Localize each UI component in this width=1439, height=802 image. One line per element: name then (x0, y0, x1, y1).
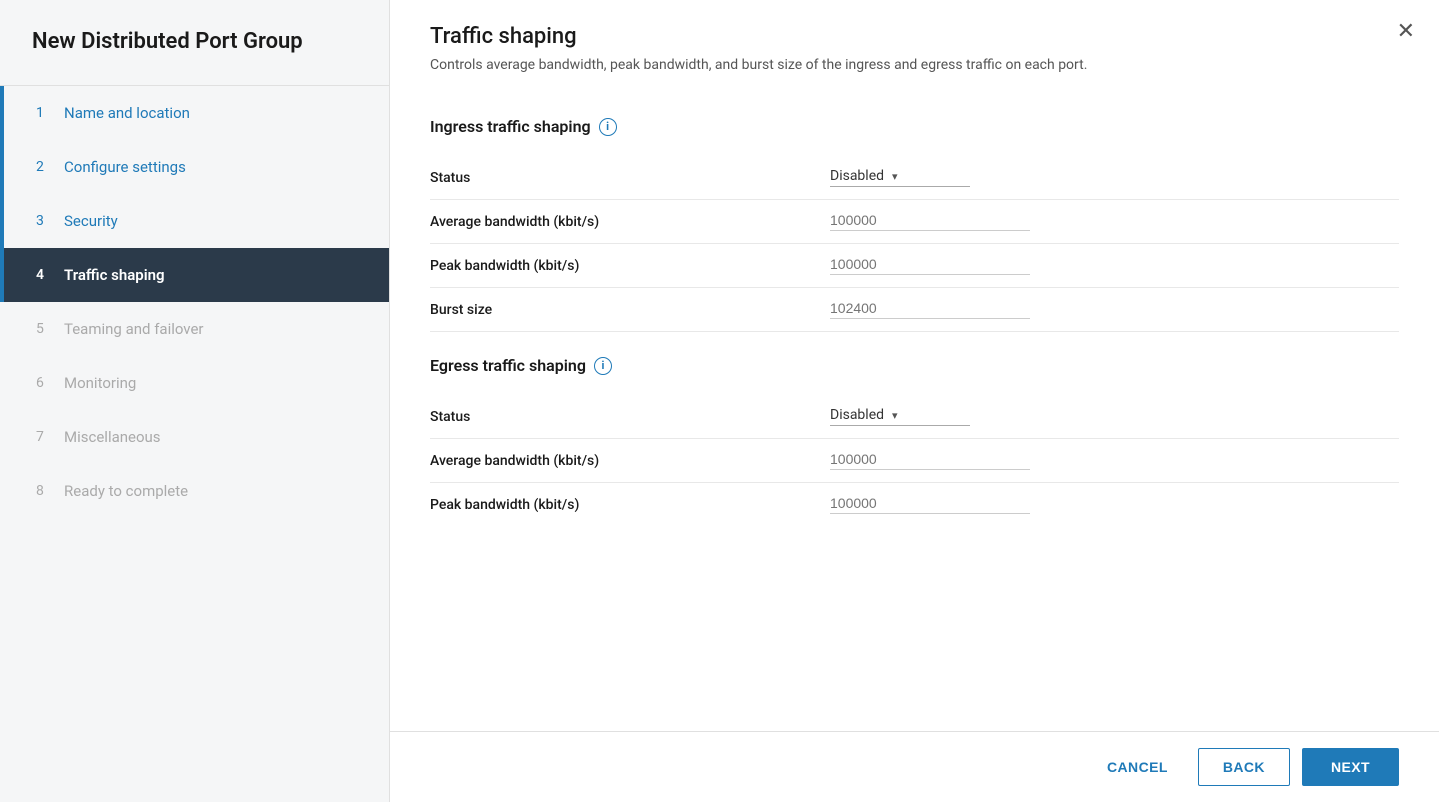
step-label-2: Configure settings (64, 158, 186, 176)
footer: CANCEL BACK NEXT (390, 731, 1439, 802)
next-button[interactable]: NEXT (1302, 748, 1399, 786)
sidebar-step-7: 7 Miscellaneous (0, 410, 389, 464)
main-panel: Traffic shaping Controls average bandwid… (390, 0, 1439, 802)
step-label-5: Teaming and failover (64, 320, 204, 338)
step-number-8: 8 (36, 483, 52, 499)
step-label-4: Traffic shaping (64, 266, 165, 284)
sidebar-step-1[interactable]: 1 Name and location (0, 86, 389, 140)
sidebar-step-6: 6 Monitoring (0, 356, 389, 410)
step-number-3: 3 (36, 213, 52, 229)
egress-status-value: Disabled (830, 407, 884, 423)
step-number-1: 1 (36, 105, 52, 121)
sidebar-step-3[interactable]: 3 Security (0, 194, 389, 248)
ingress-peak-bw-label: Peak bandwidth (kbit/s) (430, 258, 830, 274)
egress-peak-bw-label: Peak bandwidth (kbit/s) (430, 497, 830, 513)
dialog-title: New Distributed Port Group (0, 0, 389, 86)
ingress-info-icon[interactable]: i (599, 118, 617, 136)
close-button[interactable]: ✕ (1397, 20, 1415, 42)
egress-peak-bw-control (830, 495, 1399, 514)
egress-status-arrow: ▾ (892, 409, 898, 422)
sidebar-step-4[interactable]: 4 Traffic shaping (0, 248, 389, 302)
cancel-button[interactable]: CANCEL (1089, 749, 1186, 785)
ingress-status-value: Disabled (830, 168, 884, 184)
egress-info-icon[interactable]: i (594, 357, 612, 375)
ingress-peak-bw-row: Peak bandwidth (kbit/s) (430, 244, 1399, 288)
steps-list: 1 Name and location 2 Configure settings 3 Se… (0, 86, 389, 802)
main-header: Traffic shaping Controls average bandwid… (390, 0, 1439, 93)
egress-avg-bw-input[interactable] (830, 451, 1030, 470)
step-number-6: 6 (36, 375, 52, 391)
ingress-avg-bw-input[interactable] (830, 212, 1030, 231)
egress-status-label: Status (430, 409, 830, 425)
step-label-3: Security (64, 212, 118, 230)
step-label-6: Monitoring (64, 374, 136, 392)
ingress-status-row: Status Disabled ▾ (430, 156, 1399, 200)
page-description: Controls average bandwidth, peak bandwid… (430, 57, 1399, 73)
egress-peak-bw-input[interactable] (830, 495, 1030, 514)
back-button[interactable]: BACK (1198, 748, 1290, 786)
step-number-4: 4 (36, 267, 52, 283)
step-label-1: Name and location (64, 104, 190, 122)
step-label-7: Miscellaneous (64, 428, 161, 446)
egress-avg-bw-row: Average bandwidth (kbit/s) (430, 439, 1399, 483)
sidebar-step-8: 8 Ready to complete (0, 464, 389, 518)
ingress-avg-bw-control (830, 212, 1399, 231)
egress-status-control: Disabled ▾ (830, 407, 1399, 426)
step-number-2: 2 (36, 159, 52, 175)
ingress-section-title: Ingress traffic shaping i (430, 117, 1399, 136)
ingress-status-arrow: ▾ (892, 170, 898, 183)
ingress-burst-input[interactable] (830, 300, 1030, 319)
egress-section-title: Egress traffic shaping i (430, 356, 1399, 375)
egress-title-text: Egress traffic shaping (430, 356, 586, 375)
egress-avg-bw-label: Average bandwidth (kbit/s) (430, 453, 830, 469)
page-title: Traffic shaping (430, 24, 1399, 49)
ingress-status-select[interactable]: Disabled ▾ (830, 168, 970, 187)
sidebar: New Distributed Port Group 1 Name and loc… (0, 0, 390, 802)
ingress-burst-control (830, 300, 1399, 319)
ingress-status-control: Disabled ▾ (830, 168, 1399, 187)
ingress-status-label: Status (430, 170, 830, 186)
egress-peak-bw-row: Peak bandwidth (kbit/s) (430, 483, 1399, 526)
egress-avg-bw-control (830, 451, 1399, 470)
main-content: Ingress traffic shaping i Status Disable… (390, 93, 1439, 731)
ingress-avg-bw-label: Average bandwidth (kbit/s) (430, 214, 830, 230)
ingress-peak-bw-input[interactable] (830, 256, 1030, 275)
dialog: New Distributed Port Group 1 Name and loc… (0, 0, 1439, 802)
step-number-7: 7 (36, 429, 52, 445)
ingress-peak-bw-control (830, 256, 1399, 275)
ingress-burst-row: Burst size (430, 288, 1399, 332)
step-label-8: Ready to complete (64, 482, 188, 500)
sidebar-step-5: 5 Teaming and failover (0, 302, 389, 356)
sidebar-step-2[interactable]: 2 Configure settings (0, 140, 389, 194)
ingress-title-text: Ingress traffic shaping (430, 117, 591, 136)
egress-status-select[interactable]: Disabled ▾ (830, 407, 970, 426)
step-number-5: 5 (36, 321, 52, 337)
ingress-burst-label: Burst size (430, 302, 830, 318)
ingress-avg-bw-row: Average bandwidth (kbit/s) (430, 200, 1399, 244)
egress-status-row: Status Disabled ▾ (430, 395, 1399, 439)
